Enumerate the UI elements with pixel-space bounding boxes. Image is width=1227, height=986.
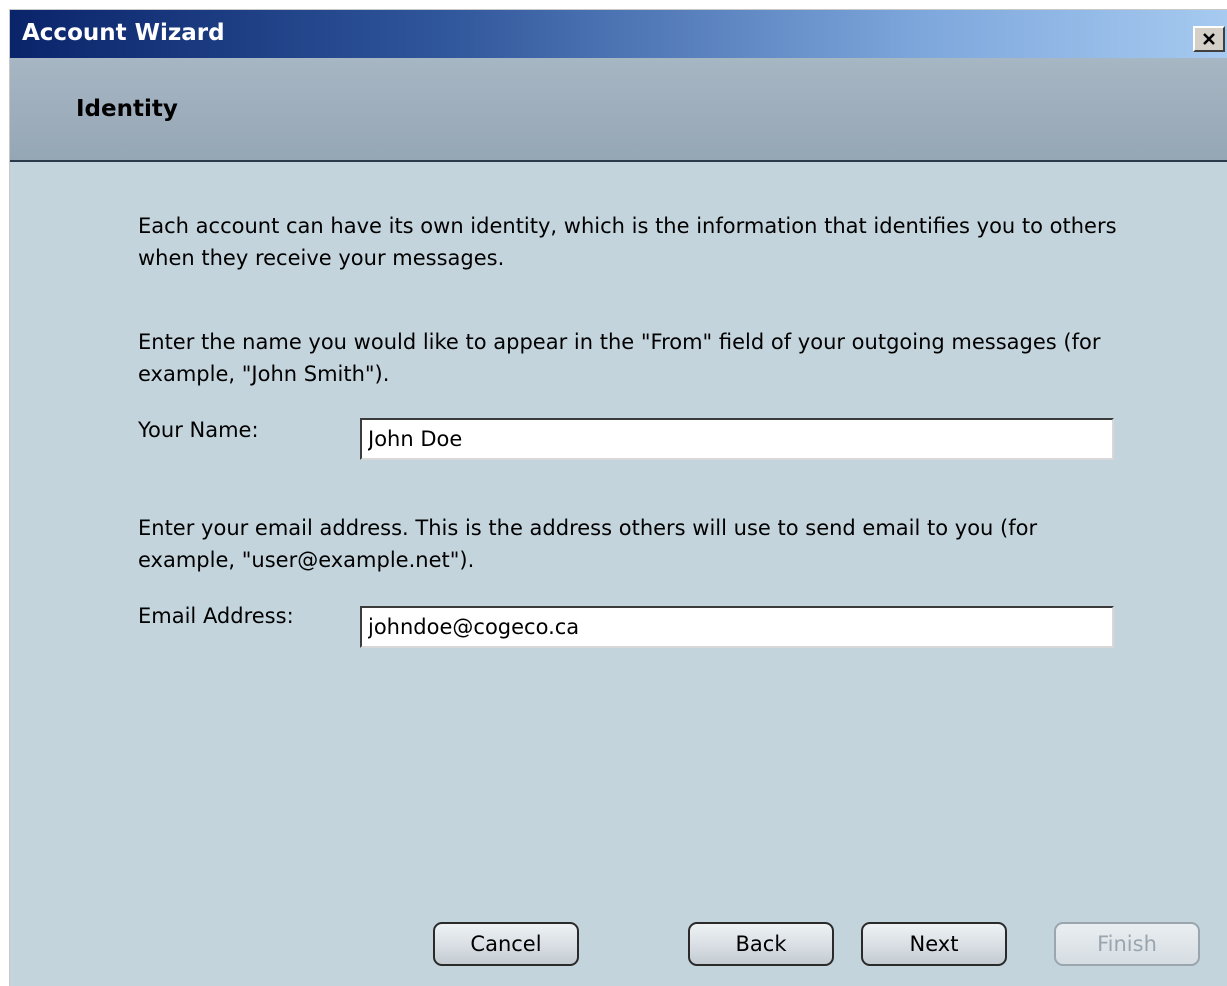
page-title: Identity (76, 96, 178, 122)
close-button[interactable] (1193, 26, 1225, 52)
next-button[interactable]: Next (861, 922, 1007, 966)
close-icon (1203, 33, 1215, 45)
account-wizard-window: Account Wizard Identity Each account can… (9, 9, 1227, 986)
email-address-input[interactable] (360, 606, 1114, 648)
wizard-page-header: Identity (10, 58, 1227, 162)
email-instructions: Enter your email address. This is the ad… (138, 516, 1038, 572)
back-button[interactable]: Back (688, 922, 834, 966)
cancel-button[interactable]: Cancel (433, 922, 579, 966)
finish-button[interactable]: Finish (1054, 922, 1200, 966)
intro-text: Each account can have its own identity, … (138, 214, 1117, 270)
title-bar: Account Wizard (10, 10, 1227, 58)
your-name-label: Your Name: (138, 418, 259, 442)
window-title: Account Wizard (22, 20, 225, 46)
email-address-label: Email Address: (138, 604, 294, 628)
name-instructions: Enter the name you would like to appear … (138, 330, 1101, 386)
your-name-input[interactable] (360, 418, 1114, 460)
